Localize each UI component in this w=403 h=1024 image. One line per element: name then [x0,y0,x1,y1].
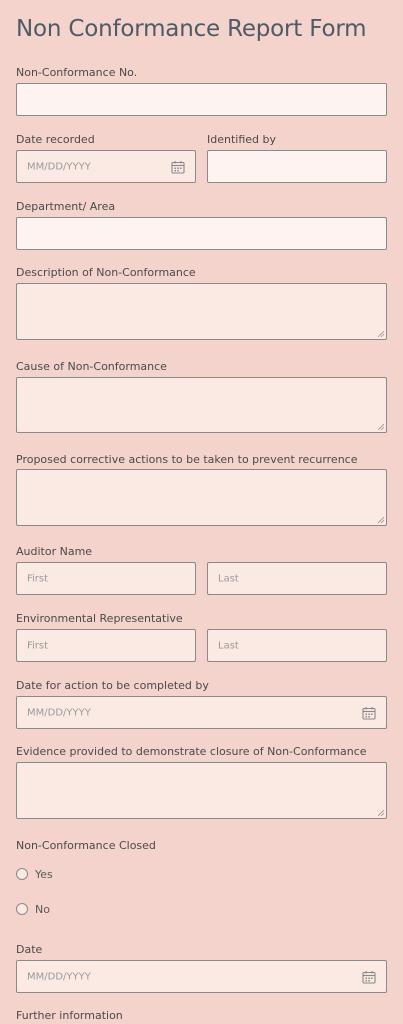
date-recorded-input[interactable]: MM/DD/YYYY [16,150,196,183]
calendar-icon[interactable] [362,706,376,720]
auditor-last-input[interactable]: Last [207,562,387,595]
resize-handle-icon[interactable] [378,517,384,523]
radio-button-yes[interactable] [16,868,28,880]
identified-by-label: Identified by [207,133,277,146]
date-recorded-placeholder: MM/DD/YYYY [27,161,91,172]
auditor-name-label: Auditor Name [16,545,93,558]
closed-option-no[interactable]: No [16,900,50,918]
further-info-label: Further information [16,1009,123,1022]
auditor-last-placeholder: Last [218,573,239,584]
radio-label-no: No [35,902,50,916]
date-input[interactable]: MM/DD/YYYY [16,960,387,993]
description-label: Description of Non-Conformance [16,266,196,279]
date-recorded-label: Date recorded [16,133,95,146]
auditor-first-input[interactable]: First [16,562,196,595]
evidence-label: Evidence provided to demonstrate closure… [16,745,367,758]
resize-handle-icon[interactable] [378,331,384,337]
env-rep-last-placeholder: Last [218,640,239,651]
calendar-icon[interactable] [171,160,185,174]
cause-label: Cause of Non-Conformance [16,360,167,373]
radio-label-yes: Yes [35,867,53,881]
action-date-placeholder: MM/DD/YYYY [27,707,91,718]
env-rep-first-placeholder: First [27,640,49,651]
nc-number-input[interactable] [16,83,387,116]
department-label: Department/ Area [16,200,116,213]
evidence-textarea[interactable] [16,762,387,819]
corrective-actions-label: Proposed corrective actions to be taken … [16,453,358,466]
corrective-actions-textarea[interactable] [16,469,387,526]
auditor-first-placeholder: First [27,573,49,584]
date-label: Date [16,943,43,956]
env-rep-first-input[interactable]: First [16,629,196,662]
action-date-label: Date for action to be completed by [16,679,209,692]
env-rep-label: Environmental Representative [16,612,183,625]
form-title: Non Conformance Report Form [16,16,367,42]
identified-by-input[interactable] [207,150,387,183]
resize-handle-icon[interactable] [378,810,384,816]
cause-textarea[interactable] [16,377,387,433]
action-date-input[interactable]: MM/DD/YYYY [16,696,387,729]
closed-option-yes[interactable]: Yes [16,865,53,883]
date-placeholder: MM/DD/YYYY [27,971,91,982]
department-input[interactable] [16,217,387,250]
closed-label: Non-Conformance Closed [16,839,156,852]
calendar-icon[interactable] [362,970,376,984]
env-rep-last-input[interactable]: Last [207,629,387,662]
nc-number-label: Non-Conformance No. [16,66,138,79]
radio-button-no[interactable] [16,903,28,915]
resize-handle-icon[interactable] [378,424,384,430]
description-textarea[interactable] [16,283,387,340]
